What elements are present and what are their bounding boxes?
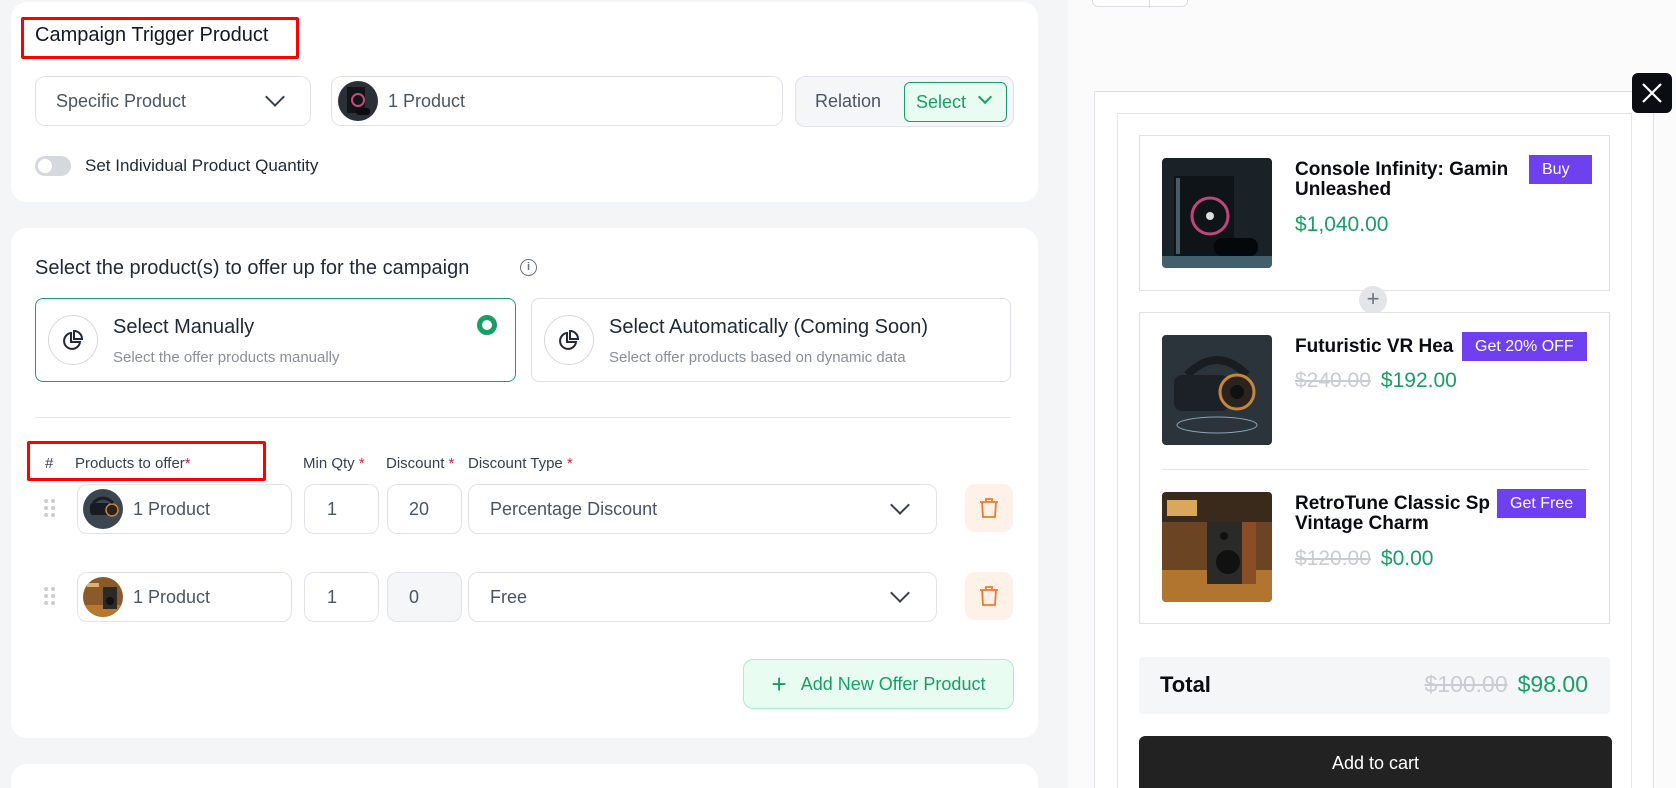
section-divider [35,417,1011,418]
chevron-down-icon [890,583,910,603]
plus-icon: + [1359,286,1387,314]
vr-headset-image [1162,335,1272,445]
speaker-image [1162,492,1272,602]
pie-chart-icon [544,315,594,365]
product-badge: Get Free [1497,489,1587,518]
col-min-qty: Min Qty * [303,455,365,472]
close-icon [1642,83,1662,103]
option-select-manually[interactable]: Select Manually Select the offer product… [35,298,516,382]
product-name: Console Infinity: Gamin Unleashed [1295,159,1509,200]
option-title: Select Automatically (Coming Soon) [609,316,929,338]
total-row: Total $100.00 $98.00 [1139,657,1610,714]
drag-handle-icon[interactable] [44,499,56,517]
col-products: Products to offer* [75,455,191,472]
discount-type-select[interactable]: Percentage Discount [468,484,937,534]
col-discount: Discount * [386,455,455,472]
preview-product: RetroTune Classic Sp Vintage Charm Get Fr… [1162,489,1592,604]
add-offer-product-label: Add New Offer Product [800,673,986,694]
next-card [11,764,1038,788]
individual-quantity-toggle[interactable] [35,156,71,176]
trigger-product-count: 1 Product [388,90,466,111]
radio-selected[interactable] [477,315,497,335]
speaker-thumbnail [83,577,123,617]
vr-headset-thumbnail [83,489,123,529]
relation-label: Relation [815,91,882,111]
product-divider [1162,469,1589,470]
product-type-value: Specific Product [56,90,187,111]
option-subtitle: Select offer products based on dynamic d… [609,349,906,366]
delete-button[interactable] [965,484,1013,532]
preview-product: Futuristic VR Hea Get 20% OFF $240.00 $19… [1162,332,1592,447]
min-qty-input[interactable]: 1 [304,572,379,622]
product-price: $120.00 $0.00 [1295,547,1434,570]
trash-icon [980,586,998,606]
product-price: $1,040.00 [1295,213,1389,236]
offer-product-picker[interactable]: 1 Product [77,484,292,534]
total-label: Total [1160,672,1211,697]
chevron-down-icon [977,89,993,105]
plus-icon: + [771,669,787,699]
drag-handle-icon[interactable] [44,587,56,605]
option-select-automatically[interactable]: Select Automatically (Coming Soon) Selec… [531,298,1011,382]
product-name: RetroTune Classic Sp Vintage Charm [1295,493,1490,534]
option-title: Select Manually [113,316,255,338]
relation-select[interactable]: Select [904,82,1007,122]
info-icon[interactable]: i [520,259,537,276]
add-to-cart-button[interactable]: Add to cart [1139,736,1612,788]
delete-button[interactable] [965,572,1013,620]
pie-chart-icon [48,315,98,365]
close-button[interactable] [1632,73,1672,113]
col-discount-type: Discount Type * [468,455,573,472]
chevron-down-icon [265,87,285,107]
option-subtitle: Select the offer products manually [113,349,340,366]
product-price: $240.00 $192.00 [1295,369,1457,392]
toggle-knob [38,159,52,173]
offer-products-box: Futuristic VR Hea Get 20% OFF $240.00 $19… [1139,312,1610,624]
total-value: $100.00 $98.00 [1424,671,1589,697]
individual-quantity-label: Set Individual Product Quantity [85,156,319,175]
console-image [1162,158,1272,268]
trigger-product-picker[interactable]: 1 Product [331,76,783,126]
offer-product-count: 1 Product [133,586,211,607]
offer-heading: Select the product(s) to offer up for th… [35,257,470,279]
chevron-down-icon [890,495,910,515]
col-index: # [45,455,54,472]
discount-input-disabled: 0 [387,572,462,622]
console-thumbnail [338,81,378,121]
discount-type-select[interactable]: Free [468,572,937,622]
discount-input[interactable]: 20 [387,484,462,534]
add-offer-product-button[interactable]: + Add New Offer Product [743,659,1014,709]
trigger-product-box: Console Infinity: Gamin Unleashed Buy 1 $… [1139,135,1610,291]
preview-tab-switcher[interactable] [1092,0,1188,8]
product-badge: Get 20% OFF [1462,332,1587,361]
offer-product-count: 1 Product [133,498,211,519]
relation-select-label: Select [916,91,967,112]
preview-product: Console Infinity: Gamin Unleashed Buy 1 $… [1162,155,1592,270]
product-badge: Buy 1 [1529,155,1592,207]
min-qty-input[interactable]: 1 [304,484,379,534]
offer-product-picker[interactable]: 1 Product [77,572,292,622]
trigger-title: Campaign Trigger Product [35,24,269,46]
product-type-select[interactable]: Specific Product [35,76,311,126]
trash-icon [980,498,998,518]
